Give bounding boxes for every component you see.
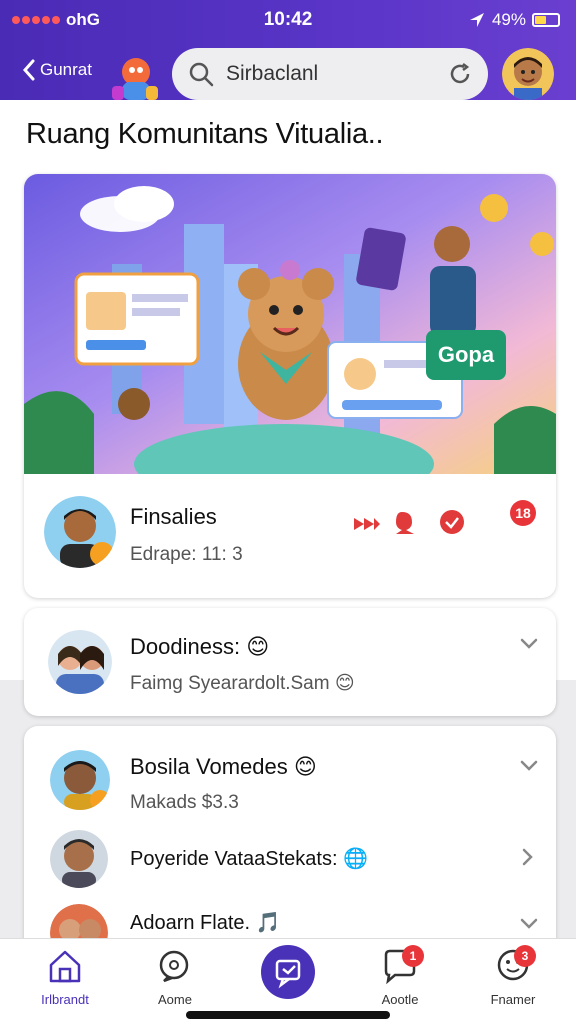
mascot-icon [112, 58, 158, 100]
chevron-down-icon[interactable] [520, 918, 538, 930]
feed-avatar [44, 496, 116, 568]
page-title: Ruang Komunitans Vitualia.. [26, 118, 384, 150]
chevron-left-icon [22, 59, 35, 81]
smile-emoji-icon: 😊 [246, 634, 270, 659]
smile-emoji-icon: 😊 [334, 673, 355, 694]
search-chat-icon [159, 950, 189, 983]
nav-item-home[interactable]: Irlbrandt [20, 947, 110, 1007]
group-card[interactable]: Doodiness: 😊 Faimg Syearardolt.Sam 😊 [24, 608, 556, 716]
nav-label: Aootle [381, 992, 419, 1007]
feed-name: Finsalies [130, 504, 217, 529]
battery-icon [532, 13, 560, 27]
nav-badge: 1 [402, 945, 424, 967]
reaction-icons[interactable] [354, 508, 470, 538]
nav-badge: 3 [514, 945, 536, 967]
battery-percent: 49% [491, 10, 526, 29]
feed-sub: Edrape: 11: 3 [130, 544, 243, 565]
group-avatar [50, 830, 108, 888]
search-icon [189, 62, 214, 87]
group-list-card: Bosila Vomedes 😊 Makads $3.3 Poyeride Va… [24, 726, 556, 966]
chevron-down-icon[interactable] [520, 760, 538, 772]
group-name-text: Poyeride VataaStekats: [130, 848, 338, 870]
community-hero-card[interactable]: Finsalies Edrape: 11: 3 [24, 174, 556, 598]
nav-item-friends[interactable]: Fnamer [468, 947, 558, 1007]
search-input[interactable]: Sirbaclanl [226, 62, 448, 86]
group-name-text: Bosila Vomedes [130, 754, 288, 779]
nav-item-messages[interactable]: Aootle [355, 947, 445, 1007]
group-name-text: Doodiness: [130, 634, 241, 659]
feed-row[interactable]: Finsalies Edrape: 11: 3 [44, 496, 536, 576]
back-button[interactable]: Gunrat [22, 58, 92, 82]
group-name: Poyeride VataaStekats: 🌐 [130, 846, 368, 871]
status-bar: ohG 10:42 49% [0, 0, 576, 42]
chevron-down-icon[interactable] [520, 638, 538, 650]
status-right: 49% [468, 10, 560, 30]
group-name: Bosila Vomedes 😊 [130, 754, 317, 780]
chevron-right-icon[interactable] [522, 848, 534, 866]
search-bar[interactable]: Sirbaclanl [172, 48, 488, 100]
refresh-icon[interactable] [448, 62, 472, 86]
join-button[interactable]: Gopa [426, 330, 506, 380]
smile-emoji-icon: 😊 [293, 754, 317, 779]
music-emoji-icon: 🎵 [255, 912, 281, 934]
back-label: Gunrat [40, 60, 92, 79]
group-name: Adoarn Flate. 🎵 [130, 910, 281, 935]
group-sub: Faimg Syearardolt.Sam 😊 [130, 672, 355, 695]
group-avatar [50, 750, 110, 810]
group-name: Doodiness: 😊 [130, 634, 269, 660]
group-sub-text: Faimg Syearardolt.Sam [130, 673, 330, 694]
nav-label: Aome [158, 992, 192, 1007]
profile-avatar[interactable] [502, 48, 554, 100]
battery-fill [535, 16, 546, 24]
home-indicator [186, 1011, 390, 1019]
nav-label: Fnamer [490, 992, 536, 1007]
nav-item-compose[interactable] [243, 945, 333, 1002]
join-badge: 18 [510, 500, 536, 526]
group-name-text: Adoarn Flate. [130, 912, 251, 934]
nav-label: Irlbrandt [41, 992, 89, 1007]
group-sub: Makads $3.3 [130, 792, 239, 813]
location-arrow-icon [469, 13, 484, 27]
home-icon [49, 950, 81, 983]
compose-icon [261, 945, 315, 999]
nav-item-search[interactable]: Aome [130, 947, 220, 1007]
group-avatar [48, 630, 112, 694]
globe-emoji-icon: 🌐 [343, 848, 368, 870]
community-banner-image [24, 174, 556, 474]
